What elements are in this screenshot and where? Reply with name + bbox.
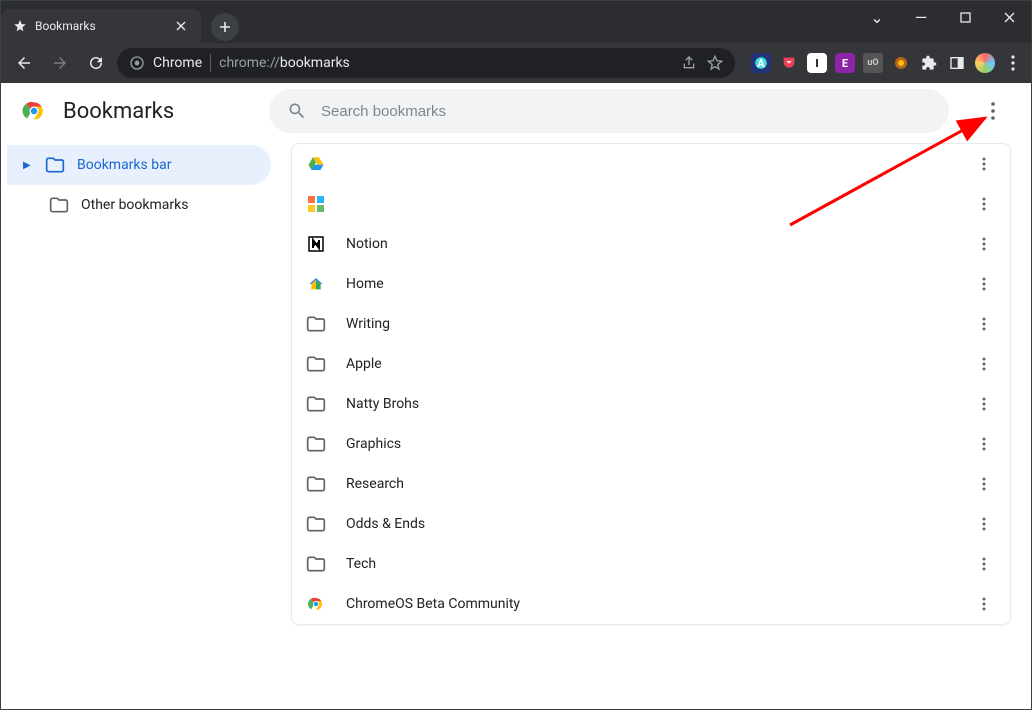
close-window-button[interactable] xyxy=(987,1,1031,33)
chrome-logo-icon xyxy=(21,98,47,124)
bookmark-row[interactable] xyxy=(292,184,1010,224)
browser-tabs: Bookmarks xyxy=(1,1,239,43)
bookmarks-card: Notion Home Writing xyxy=(291,143,1011,625)
folder-tree-sidebar: ▶ Bookmarks bar Other bookmarks xyxy=(1,139,281,709)
search-icon xyxy=(287,101,307,121)
bookmark-menu-button[interactable] xyxy=(972,192,996,216)
bookmark-row[interactable]: Notion xyxy=(292,224,1010,264)
bookmark-menu-button[interactable] xyxy=(972,152,996,176)
bookmark-menu-button[interactable] xyxy=(972,312,996,336)
bookmarks-menu-button[interactable] xyxy=(975,93,1011,129)
folder-label: Graphics xyxy=(346,436,952,452)
bookmark-menu-button[interactable] xyxy=(972,592,996,616)
bookmarks-list-main: Notion Home Writing xyxy=(281,139,1031,709)
folder-icon xyxy=(306,514,326,534)
browser-tab-bookmarks[interactable]: Bookmarks xyxy=(1,9,201,43)
bookmark-menu-button[interactable] xyxy=(972,552,996,576)
folder-icon xyxy=(49,195,69,215)
tab-search-button[interactable]: ⌄ xyxy=(855,1,899,33)
star-icon xyxy=(13,19,27,33)
omnibox-prefix: Chrome xyxy=(153,55,202,71)
bookmark-menu-button[interactable] xyxy=(972,512,996,536)
extension-icon-1[interactable]: A xyxy=(751,53,771,73)
bookmark-menu-button[interactable] xyxy=(972,432,996,456)
multicolor-icon xyxy=(306,194,326,214)
browser-toolbar: Chrome chrome://bookmarks A I E uO xyxy=(1,43,1031,83)
chrome-page-icon xyxy=(129,55,145,71)
folder-label: Odds & Ends xyxy=(346,516,952,532)
extension-icon-pocket[interactable] xyxy=(779,53,799,73)
folder-icon xyxy=(306,554,326,574)
bookmark-menu-button[interactable] xyxy=(972,352,996,376)
folder-icon xyxy=(45,155,65,175)
reload-button[interactable] xyxy=(81,48,111,78)
bookmark-menu-button[interactable] xyxy=(972,392,996,416)
bookmark-label: Home xyxy=(346,276,952,292)
chrome-icon xyxy=(306,594,326,614)
forward-button[interactable] xyxy=(45,48,75,78)
folder-label: Writing xyxy=(346,316,952,332)
search-bookmarks-box[interactable] xyxy=(269,89,949,133)
bookmark-row[interactable] xyxy=(292,144,1010,184)
sidebar-item-label: Other bookmarks xyxy=(81,197,188,213)
tab-title: Bookmarks xyxy=(35,19,96,33)
extension-icon-ublock[interactable]: uO xyxy=(863,53,883,73)
share-icon[interactable] xyxy=(681,55,697,71)
folder-row[interactable]: Odds & Ends xyxy=(292,504,1010,544)
folder-icon xyxy=(306,474,326,494)
sidebar-item-bookmarks-bar[interactable]: ▶ Bookmarks bar xyxy=(7,145,271,185)
folder-row[interactable]: Research xyxy=(292,464,1010,504)
new-tab-button[interactable] xyxy=(211,13,239,41)
sidebar-item-label: Bookmarks bar xyxy=(77,157,171,173)
chrome-menu-button[interactable] xyxy=(1003,53,1023,73)
extension-icon-instapaper[interactable]: I xyxy=(807,53,827,73)
drive-icon xyxy=(306,154,326,174)
omnibox-divider xyxy=(210,54,211,72)
extensions-puzzle-icon[interactable] xyxy=(919,53,939,73)
folder-label: Tech xyxy=(346,556,952,572)
folder-row[interactable]: Natty Brohs xyxy=(292,384,1010,424)
profile-avatar[interactable] xyxy=(975,53,995,73)
folder-icon xyxy=(306,354,326,374)
extension-icon-circle[interactable] xyxy=(891,53,911,73)
search-input[interactable] xyxy=(321,103,931,120)
notion-icon xyxy=(306,234,326,254)
folder-label: Apple xyxy=(346,356,952,372)
folder-icon xyxy=(306,314,326,334)
folder-row[interactable]: Tech xyxy=(292,544,1010,584)
minimize-button[interactable]: — xyxy=(899,1,943,33)
bookmark-label: ChromeOS Beta Community xyxy=(346,596,952,612)
maximize-button[interactable] xyxy=(943,1,987,33)
bookmark-row[interactable]: Home xyxy=(292,264,1010,304)
address-bar[interactable]: Chrome chrome://bookmarks xyxy=(117,48,735,78)
folder-label: Research xyxy=(346,476,952,492)
chevron-right-icon: ▶ xyxy=(23,160,33,171)
back-button[interactable] xyxy=(9,48,39,78)
omnibox-url: chrome://bookmarks xyxy=(219,55,350,71)
side-panel-icon[interactable] xyxy=(947,53,967,73)
extension-icon-e[interactable]: E xyxy=(835,53,855,73)
page-title: Bookmarks xyxy=(63,99,174,124)
bookmark-label: Notion xyxy=(346,236,952,252)
extensions-bar: A I E uO xyxy=(741,53,1023,73)
page-header: Bookmarks xyxy=(1,83,1031,139)
folder-label: Natty Brohs xyxy=(346,396,952,412)
bookmark-row[interactable]: ChromeOS Beta Community xyxy=(292,584,1010,624)
bookmark-menu-button[interactable] xyxy=(972,472,996,496)
folder-icon xyxy=(306,434,326,454)
window-titlebar: Bookmarks ⌄ — xyxy=(1,1,1031,43)
folder-row[interactable]: Apple xyxy=(292,344,1010,384)
folder-icon xyxy=(306,394,326,414)
folder-row[interactable]: Graphics xyxy=(292,424,1010,464)
google-home-icon xyxy=(306,274,326,294)
bookmark-menu-button[interactable] xyxy=(972,272,996,296)
bookmark-menu-button[interactable] xyxy=(972,232,996,256)
sidebar-item-other-bookmarks[interactable]: Other bookmarks xyxy=(7,185,271,225)
bookmark-star-icon[interactable] xyxy=(707,55,723,71)
close-tab-button[interactable] xyxy=(173,18,189,34)
folder-row[interactable]: Writing xyxy=(292,304,1010,344)
